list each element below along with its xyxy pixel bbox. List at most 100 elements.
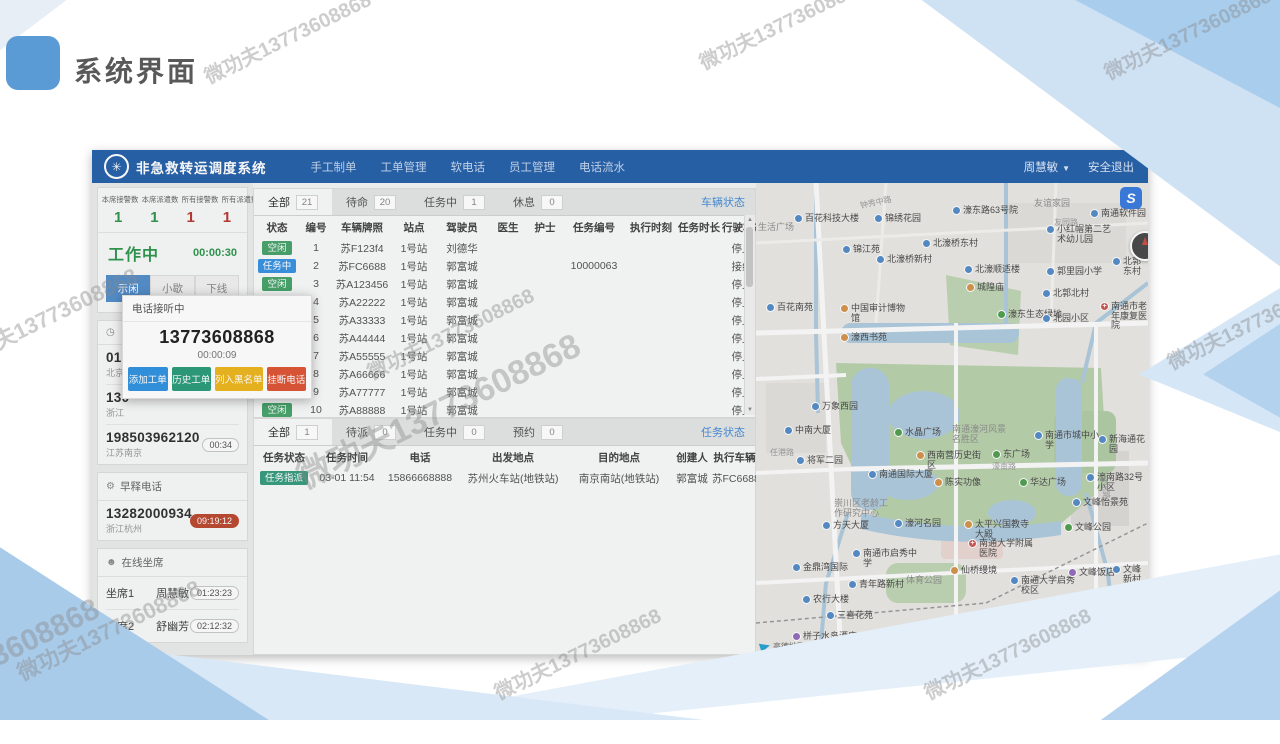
popup-button-0[interactable]: 添加工单: [128, 367, 168, 391]
caller-location: 浙江: [106, 406, 239, 419]
table-cell: 1号站: [392, 277, 436, 292]
popup-button-3[interactable]: 挂断电话: [267, 367, 307, 391]
column-header: 任务时间: [314, 450, 380, 465]
poi-marker-icon: [811, 402, 820, 411]
tab-待命[interactable]: 待命20: [332, 189, 410, 215]
nav-item-3[interactable]: 员工管理: [509, 159, 555, 175]
map-label: 濠南路: [992, 463, 1016, 472]
table-cell: 郭富城: [436, 367, 488, 382]
seat-name: 周慧敏: [156, 585, 189, 601]
call-duration-badge: 09:19:12: [190, 514, 239, 528]
table-row[interactable]: 空闲10苏A888881号站郭富城停止: [254, 401, 755, 419]
temple-marker-icon: [964, 520, 973, 529]
call-list-item[interactable]: 13282000934浙江杭州09:19:12: [106, 501, 239, 540]
scroll-down-icon[interactable]: ▼: [745, 405, 755, 415]
map-label-text: 生活广场: [758, 223, 794, 233]
map-label: 锦江苑: [842, 245, 880, 255]
map-label: 三喜花苑: [826, 611, 873, 621]
tab-预约[interactable]: 预约0: [499, 419, 577, 445]
popup-button-2[interactable]: 列入黑名单: [215, 367, 263, 391]
map-label: 陈实功像: [934, 478, 981, 488]
poi-marker-icon: [848, 580, 857, 589]
map-label: 方大花苑: [1049, 638, 1096, 648]
tab-休息[interactable]: 休息0: [499, 189, 577, 215]
table-row[interactable]: 空闲8苏A666661号站郭富城停止: [254, 365, 755, 383]
tab-全部[interactable]: 全部21: [254, 189, 332, 215]
map-label-text: 水晶广场: [905, 428, 941, 438]
table-cell: 郭富城: [436, 259, 488, 274]
watermark-text: 微功夫13773608868: [694, 0, 871, 76]
table-cell: 郭富城: [436, 349, 488, 364]
table-row[interactable]: 空闲7苏A555551号站郭富城停止: [254, 347, 755, 365]
nav-item-0[interactable]: 手工制单: [311, 159, 357, 175]
early-release-title: 早释电话: [120, 479, 162, 494]
table-row[interactable]: 任务中2苏FC66881号站郭富城10000063接线: [254, 257, 755, 275]
seat-row: 坐席1周慧敏01:23:23: [106, 577, 239, 610]
table-row[interactable]: 任务指派03-01 11:5415866668888苏州火车站(地铁站)南京南站…: [254, 469, 755, 487]
table-cell: 10000063: [562, 260, 626, 272]
tab-全部[interactable]: 全部1: [254, 419, 332, 445]
scroll-thumb[interactable]: [746, 227, 753, 287]
poi-marker-icon: [1086, 473, 1095, 482]
map-label: 北濠桥东村: [922, 239, 978, 249]
nav-item-4[interactable]: 电话流水: [579, 159, 625, 175]
map-label-text: 南通濠河风景名胜区: [952, 425, 1010, 444]
nav-item-1[interactable]: 工单管理: [381, 159, 427, 175]
column-header: 执行车辆: [712, 450, 757, 465]
column-header: 车辆牌照: [332, 220, 392, 235]
tab-任务中[interactable]: 任务中1: [410, 189, 499, 215]
map-canvas[interactable]: 生活广场百花科技大楼锦绣花园濠东路63号院友谊家园南通软件园小红帽第二艺术幼儿园…: [756, 183, 1148, 655]
vehicle-table-body: 空闲1苏F123f41号站刘德华停止任务中2苏FC66881号站郭富城10000…: [254, 239, 755, 419]
map-label: 文峰公园: [1064, 523, 1111, 533]
tab-count: 0: [541, 425, 563, 440]
poi-marker-icon: [802, 595, 811, 604]
table-row[interactable]: 空闲6苏A444441号站郭富城停止: [254, 329, 755, 347]
map-label: 中国审计博物馆: [840, 304, 909, 323]
column-header: 目的地点: [566, 450, 672, 465]
table-row[interactable]: 空闲4苏A222221号站郭富城停止: [254, 293, 755, 311]
table-cell: 苏A44444: [332, 331, 392, 346]
user-menu[interactable]: 周慧敏▼: [1024, 159, 1070, 175]
map-label-text: 万象西园: [822, 402, 858, 412]
status-badge: 空闲: [262, 277, 291, 291]
map-label: 濠东路63号院: [952, 206, 1018, 216]
table-row[interactable]: 空闲9苏A777771号站郭富城停止: [254, 383, 755, 401]
table-cell: 苏A123456: [332, 277, 392, 292]
park-marker-icon: [1064, 523, 1073, 532]
stat-value: 1: [209, 207, 245, 230]
table-row[interactable]: 空闲1苏F123f41号站刘德华停止: [254, 239, 755, 257]
logout-button[interactable]: 安全退出: [1088, 159, 1134, 175]
column-header: 站点: [392, 220, 436, 235]
map-label-text: 北濠顺适楼: [975, 265, 1020, 275]
call-list-item[interactable]: 198503962120江苏南京00:34: [106, 425, 239, 464]
table-row[interactable]: 空闲3苏A1234561号站郭富城停止: [254, 275, 755, 293]
stat-value: 1: [136, 207, 172, 230]
map-label-text: 小红帽第二艺术幼儿园: [1057, 225, 1115, 244]
table-row[interactable]: 空闲5苏A333331号站郭富城停止: [254, 311, 755, 329]
app-header: ✳ 非急救转运调度系统 手工制单工单管理软电话员工管理电话流水 周慧敏▼ 安全退…: [92, 150, 1148, 183]
map-label: 锦绣花园: [874, 214, 921, 224]
tab-任务中[interactable]: 任务中0: [410, 419, 499, 445]
map-label: 北园小区: [1042, 314, 1089, 324]
task-status-link[interactable]: 任务状态: [701, 424, 745, 440]
watermark-text: 微功夫13773608868: [199, 0, 376, 90]
popup-button-1[interactable]: 历史工单: [172, 367, 212, 391]
map-label-text: 城隍庙: [977, 283, 1004, 293]
poi-marker-icon: [1042, 314, 1051, 323]
vehicle-scrollbar[interactable]: ▲ ▼: [744, 215, 755, 415]
column-header: 电话: [380, 450, 460, 465]
vehicle-tabs: 全部21待命20任务中1休息0 车辆状态: [254, 189, 755, 216]
status-cell: 任务中: [254, 259, 300, 273]
tab-待派[interactable]: 待派0: [332, 419, 410, 445]
scroll-up-icon[interactable]: ▲: [745, 215, 755, 225]
map-label-text: 任港路: [770, 449, 794, 458]
vehicle-status-link[interactable]: 车辆状态: [701, 194, 745, 210]
poi-marker-icon: [868, 470, 877, 479]
map-label-text: 将军二园: [807, 456, 843, 466]
map-label: 濠河名园: [894, 519, 941, 529]
map-label: 仙桥缦境: [950, 566, 997, 576]
nav-item-2[interactable]: 软电话: [451, 159, 486, 175]
table-cell: 10: [300, 404, 332, 416]
map-label: 易家桥: [1062, 613, 1100, 623]
stat-label: 所有派遣数: [222, 194, 253, 204]
